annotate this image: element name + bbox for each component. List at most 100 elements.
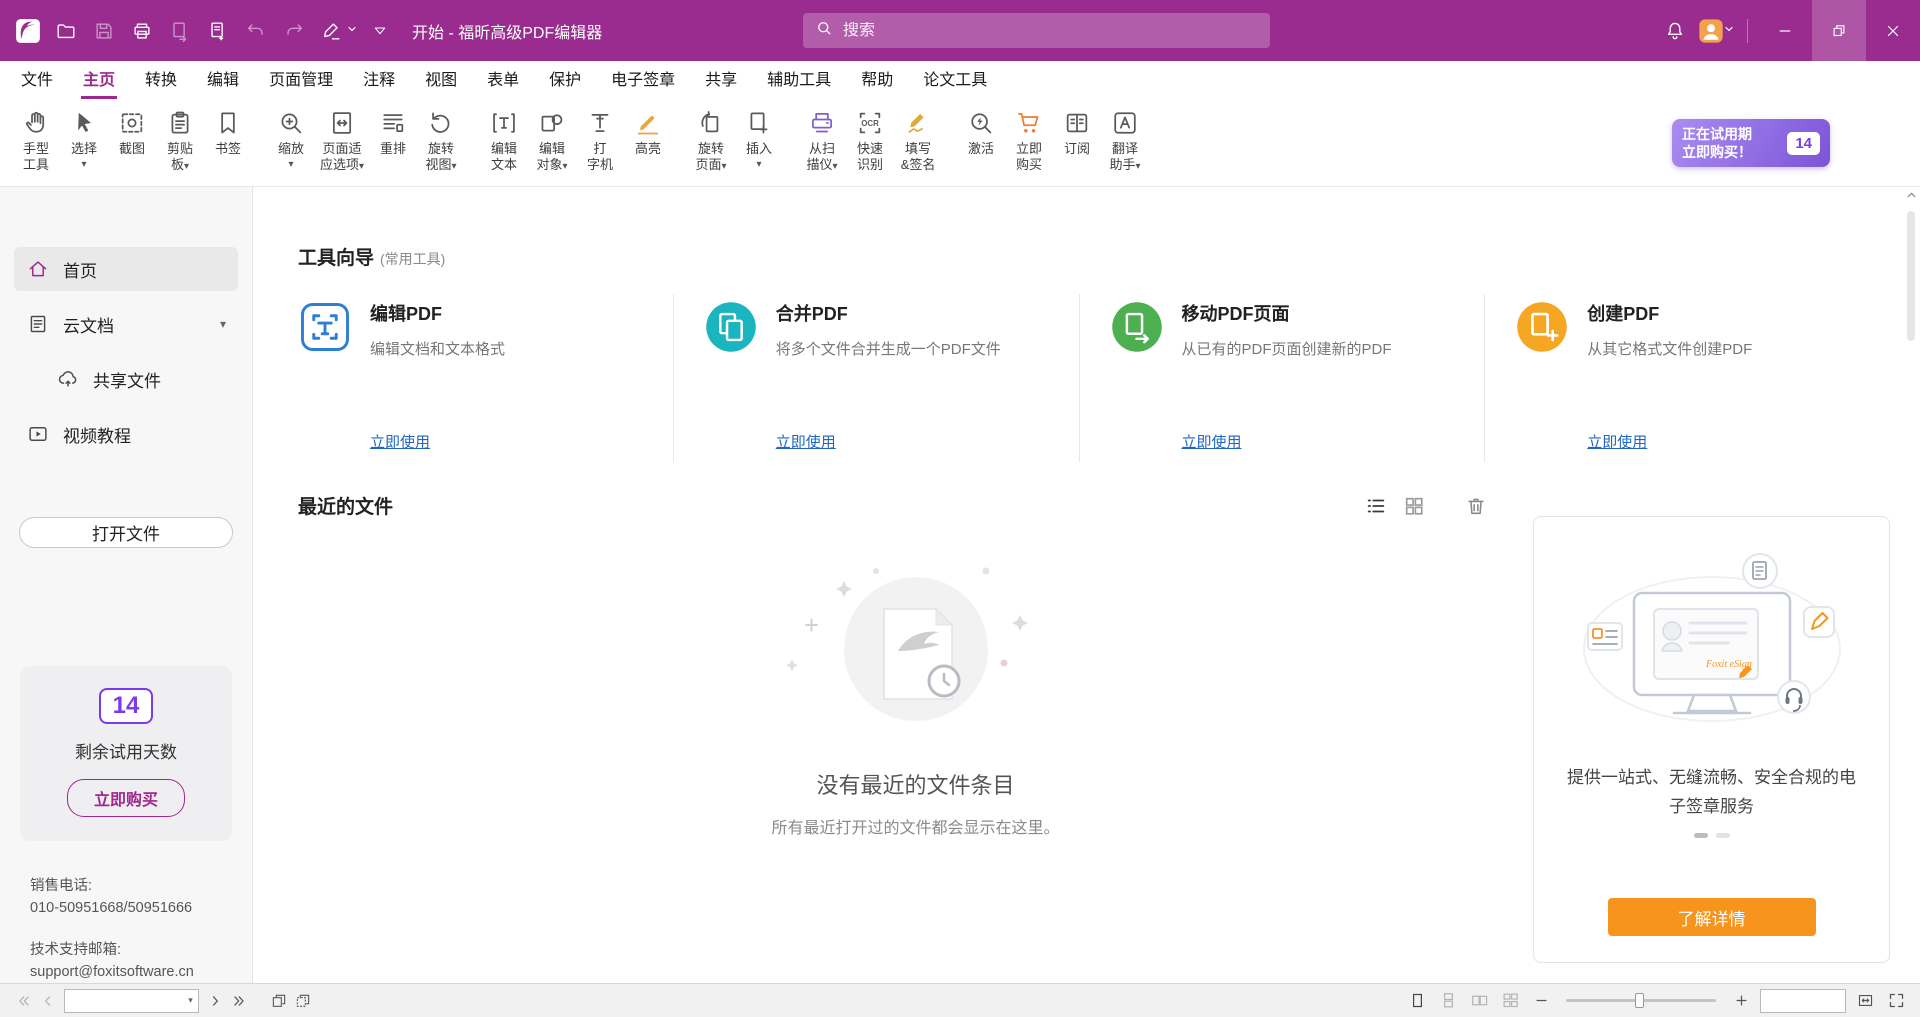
export-pdf-icon[interactable] (162, 13, 198, 49)
carousel-dot-1[interactable] (1694, 833, 1708, 838)
single-page-view-icon[interactable] (1405, 988, 1429, 1014)
menu-form[interactable]: 表单 (472, 66, 534, 99)
restore-button[interactable] (1812, 0, 1866, 61)
menu-help[interactable]: 帮助 (846, 66, 908, 99)
menu-protect[interactable]: 保护 (534, 66, 596, 99)
list-view-icon[interactable] (1365, 495, 1387, 517)
ribbon-tool-edit-object[interactable]: 编辑对象▾ (528, 104, 576, 178)
scrollbar-thumb[interactable] (1907, 211, 1915, 341)
print-icon[interactable] (124, 13, 160, 49)
menu-home[interactable]: 主页 (68, 66, 130, 99)
ribbon-tool-subscribe[interactable]: 订阅 (1053, 104, 1101, 178)
sidebar-item-shared-files[interactable]: 共享文件 (14, 357, 238, 401)
account-dropdown-icon[interactable] (1723, 22, 1737, 40)
ribbon-tool-quick-ocr[interactable]: OCR快速识别 (846, 104, 894, 178)
ribbon-tool-typewriter[interactable]: 打字机 (576, 104, 624, 178)
page-number-combobox[interactable]: ▾ (64, 989, 199, 1013)
clear-recent-trash-icon[interactable] (1465, 495, 1487, 517)
ribbon-tool-zoom[interactable]: 缩放▾ (267, 104, 315, 178)
tool-card-title: 编辑PDF (370, 300, 655, 326)
menu-accessibility[interactable]: 辅助工具 (752, 66, 846, 99)
ribbon-tool-rotate-pages[interactable]: 旋转页面▾ (687, 104, 735, 178)
esign-dropdown-icon[interactable] (346, 22, 360, 40)
ribbon-tool-page-fit-options[interactable]: 页面适应选项▾ (315, 104, 369, 178)
zoom-level-input[interactable] (1761, 993, 1845, 1008)
learn-more-button[interactable]: 了解详情 (1608, 898, 1816, 936)
zoom-slider-thumb[interactable] (1635, 993, 1644, 1008)
sidebar-item-home[interactable]: 首页 (14, 247, 238, 291)
ribbon-tool-buy-now[interactable]: 立即购买 (1005, 104, 1053, 178)
menu-page-manage[interactable]: 页面管理 (254, 66, 348, 99)
close-button[interactable] (1866, 0, 1920, 61)
use-now-link[interactable]: 立即使用 (1182, 431, 1242, 452)
rotate-icon (427, 107, 455, 139)
undo-icon[interactable] (238, 13, 274, 49)
use-now-link[interactable]: 立即使用 (1587, 431, 1647, 452)
duplicate-view-icon[interactable] (267, 988, 291, 1014)
menu-paper-tools[interactable]: 论文工具 (908, 66, 1002, 99)
minimize-button[interactable] (1758, 0, 1812, 61)
redo-icon[interactable] (276, 13, 312, 49)
snapshot-view-icon[interactable] (291, 988, 315, 1014)
zoom-slider[interactable] (1566, 999, 1716, 1002)
fit-width-icon[interactable] (1853, 988, 1877, 1014)
last-page-button[interactable] (227, 988, 251, 1014)
first-page-button[interactable] (12, 988, 36, 1014)
zoom-out-button[interactable] (1529, 988, 1553, 1014)
page-dropdown-icon[interactable]: ▾ (183, 995, 198, 1006)
zoom-in-button[interactable] (1729, 988, 1753, 1014)
ribbon-tool-edit-text[interactable]: 编辑文本 (480, 104, 528, 178)
ribbon-tool-hand-tool[interactable]: 手型工具 (12, 104, 60, 178)
ribbon-tool-fill-sign[interactable]: 填写&签名 (894, 104, 942, 178)
ribbon-tool-snapshot[interactable]: 截图 (108, 104, 156, 178)
previous-page-button[interactable] (36, 988, 60, 1014)
sidebar-item-cloud-docs[interactable]: 云文档▾ (14, 302, 238, 346)
ribbon-tool-activate[interactable]: 激活 (957, 104, 1005, 178)
menu-file[interactable]: 文件 (6, 66, 68, 99)
create-from-file-icon[interactable] (200, 13, 236, 49)
ribbon-tool-clipboard[interactable]: 剪贴板▾ (156, 104, 204, 178)
fullscreen-icon[interactable] (1884, 988, 1908, 1014)
grid-view-icon[interactable] (1403, 495, 1425, 517)
menu-comment[interactable]: 注释 (348, 66, 410, 99)
chevron-down-icon[interactable]: ▾ (220, 317, 226, 331)
notification-bell-icon[interactable] (1657, 13, 1693, 49)
ribbon-tool-from-scanner[interactable]: 从扫描仪▾ (798, 104, 846, 178)
page-number-input[interactable] (65, 993, 183, 1008)
content-scrollbar[interactable] (1903, 189, 1919, 981)
continuous-facing-view-icon[interactable] (1498, 988, 1522, 1014)
scroll-up-icon[interactable] (1905, 189, 1918, 207)
menu-esignature[interactable]: 电子签章 (596, 66, 690, 99)
ribbon-tool-rotate-view[interactable]: 旋转视图▾ (417, 104, 465, 178)
open-file-button[interactable]: 打开文件 (19, 517, 233, 548)
menu-view[interactable]: 视图 (410, 66, 472, 99)
next-page-button[interactable] (203, 988, 227, 1014)
global-search-box[interactable] (803, 13, 1270, 48)
carousel-dot-2[interactable] (1716, 833, 1730, 838)
ribbon-tool-highlight[interactable]: 高亮 (624, 104, 672, 178)
trial-banner-text: 正在试用期 立即购买！ (1682, 125, 1752, 161)
ribbon-tool-reflow[interactable]: 重排 (369, 104, 417, 178)
buy-now-button[interactable]: 立即购买 (67, 779, 185, 817)
ribbon-tool-select[interactable]: 选择▾ (60, 104, 108, 178)
ribbon-tool-bookmark[interactable]: 书签 (204, 104, 252, 178)
zoom-level-box[interactable] (1760, 989, 1846, 1013)
ribbon-tool-translate-assistant[interactable]: 翻译助手▾ (1101, 104, 1149, 178)
customize-toolbar-icon[interactable] (362, 13, 398, 49)
use-now-link[interactable]: 立即使用 (776, 431, 836, 452)
support-email[interactable]: support@foxitsoftware.cn (30, 961, 252, 983)
menu-convert[interactable]: 转换 (130, 66, 192, 99)
use-now-link[interactable]: 立即使用 (370, 431, 430, 452)
ribbon-tool-insert[interactable]: 插入▾ (735, 104, 783, 178)
menu-edit[interactable]: 编辑 (192, 66, 254, 99)
esign-icon[interactable] (314, 13, 350, 49)
sidebar-item-video-tutorials[interactable]: 视频教程 (14, 412, 238, 456)
foxit-logo-icon (10, 13, 46, 49)
open-file-icon[interactable] (48, 13, 84, 49)
trial-banner[interactable]: 正在试用期 立即购买！ 14 (1672, 119, 1830, 167)
search-input[interactable] (843, 22, 1258, 40)
save-icon[interactable] (86, 13, 122, 49)
facing-view-icon[interactable] (1467, 988, 1491, 1014)
continuous-view-icon[interactable] (1436, 988, 1460, 1014)
menu-share[interactable]: 共享 (690, 66, 752, 99)
